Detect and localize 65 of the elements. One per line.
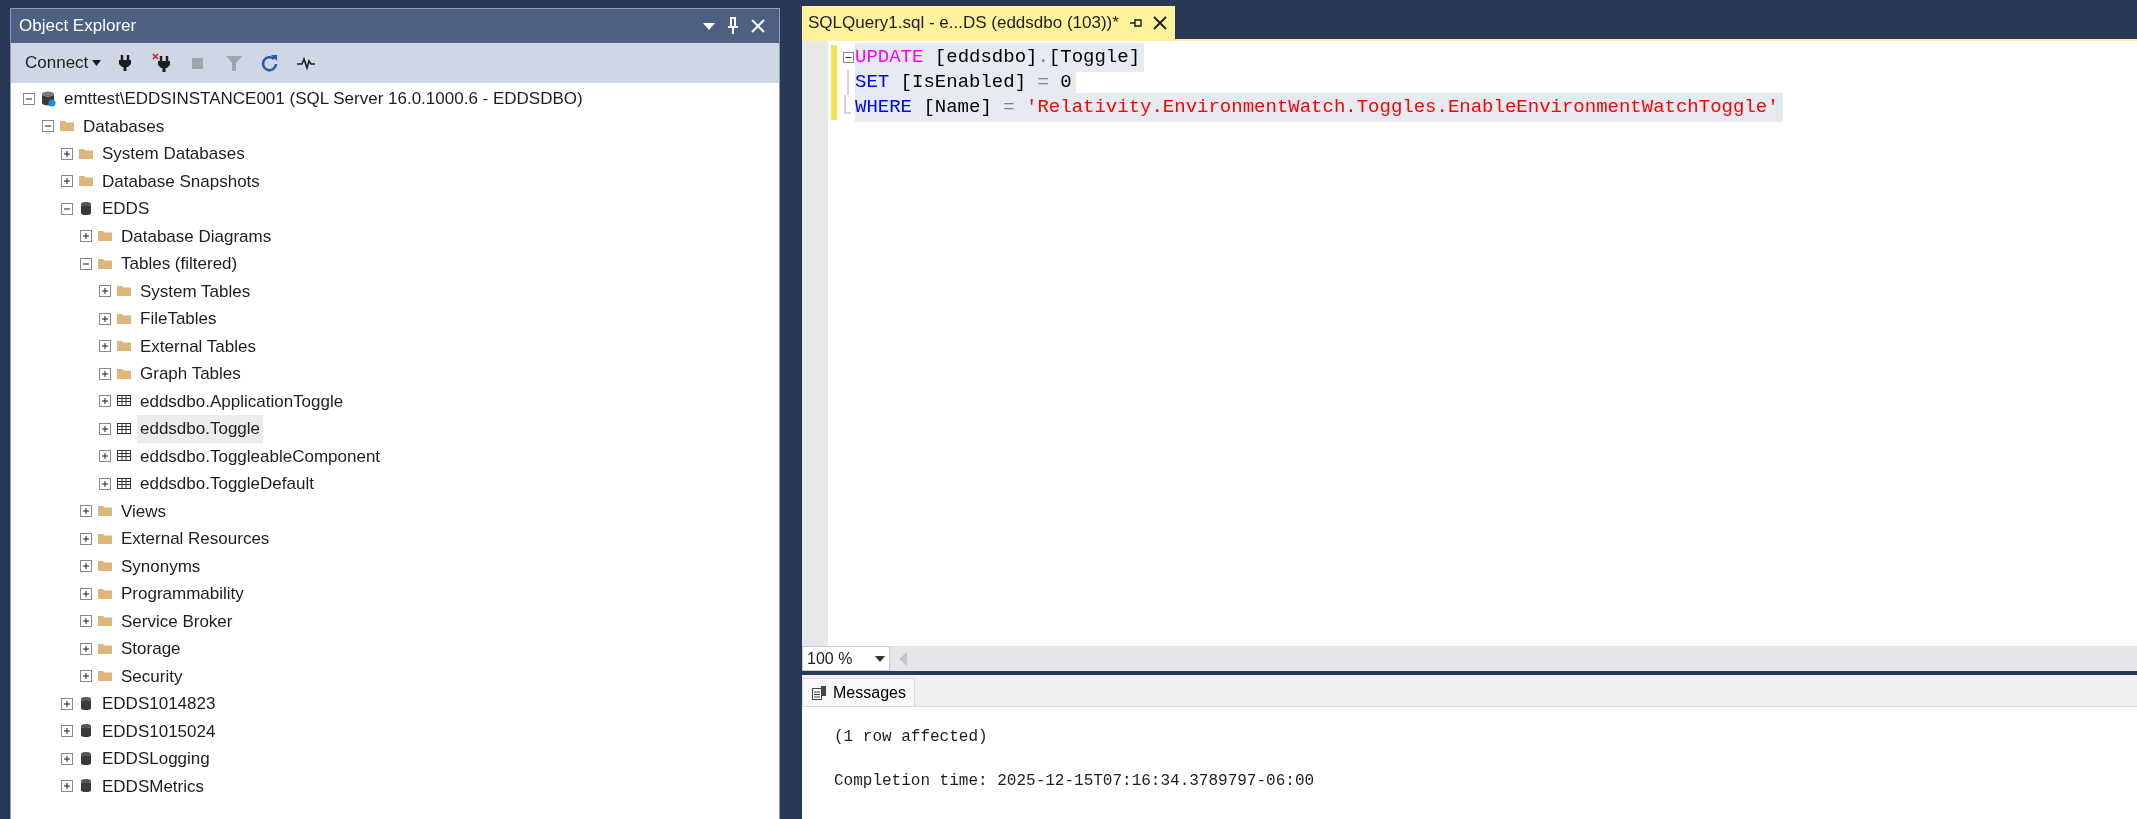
- expand-icon[interactable]: [80, 560, 92, 573]
- expand-icon[interactable]: [80, 532, 92, 545]
- expand-icon[interactable]: [99, 312, 111, 325]
- expand-icon[interactable]: [99, 450, 111, 463]
- tree-item[interactable]: Synonyms: [118, 552, 204, 580]
- panel-title: Object Explorer: [19, 15, 138, 38]
- expand-icon[interactable]: [61, 780, 73, 793]
- expand-icon[interactable]: [61, 697, 73, 710]
- tree-item[interactable]: Programmability: [118, 580, 247, 608]
- database-icon: [78, 199, 94, 218]
- tree-item[interactable]: System Databases: [99, 140, 248, 168]
- tree-item[interactable]: EDDSLogging: [99, 745, 213, 773]
- message-text: Completion time: 2025-12-15T07:16:34.3789797-06:00: [834, 771, 1316, 792]
- expand-icon[interactable]: [99, 340, 111, 353]
- close-icon[interactable]: [1152, 15, 1167, 30]
- expand-icon[interactable]: [61, 752, 73, 765]
- tree-item[interactable]: eddsdbo.Toggle: [137, 415, 264, 443]
- code-editor[interactable]: UPDATE [eddsdbo].[Toggle] SET [IsEnabled] = 0 WHERE [Name] = 'Relativity.EnvironmentWatch.Toggles.EnableEnvironmentWatchToggle': [802, 39, 2137, 646]
- tree-item[interactable]: eddsdbo.ToggleDefault: [137, 470, 317, 498]
- expand-icon[interactable]: [80, 615, 92, 628]
- expand-icon[interactable]: [99, 422, 111, 435]
- server-icon: [40, 89, 56, 108]
- message-text: (1 row affected): [834, 727, 989, 748]
- caret-icon[interactable]: [92, 60, 102, 66]
- expand-icon[interactable]: [80, 670, 92, 683]
- expand-icon[interactable]: [99, 395, 111, 408]
- expand-icon[interactable]: [80, 642, 92, 655]
- caret-icon[interactable]: [875, 655, 885, 662]
- tree-item[interactable]: External Resources: [118, 525, 273, 553]
- tree-item[interactable]: Database Snapshots: [99, 167, 263, 195]
- tree-item[interactable]: EDDS: [99, 195, 153, 223]
- zoom-dropdown[interactable]: 100 %: [802, 646, 890, 671]
- tree-item[interactable]: Storage: [118, 635, 184, 663]
- tree-item[interactable]: EDDS1015024: [99, 717, 219, 745]
- connect-button[interactable]: Connect: [21, 50, 106, 76]
- tree-item[interactable]: Graph Tables: [137, 360, 244, 388]
- messages-tab[interactable]: Messages: [802, 678, 915, 706]
- expand-icon[interactable]: [61, 175, 73, 188]
- expand-icon[interactable]: [80, 505, 92, 518]
- tree-item[interactable]: EDDS1014823: [99, 690, 219, 718]
- tree-item[interactable]: FileTables: [137, 305, 220, 333]
- database-icon: [78, 749, 94, 768]
- collapse-icon[interactable]: [842, 52, 854, 63]
- database-icon: [78, 694, 94, 713]
- tree-item[interactable]: EDDSMetrics: [99, 772, 207, 800]
- tree-item[interactable]: Database Diagrams: [118, 222, 275, 250]
- tree-item[interactable]: Service Broker: [118, 607, 236, 635]
- expand-icon[interactable]: [99, 367, 111, 380]
- tree-item[interactable]: Security: [118, 662, 186, 690]
- expand-icon[interactable]: [61, 147, 73, 160]
- tree-item[interactable]: External Tables: [137, 332, 259, 360]
- tree-item[interactable]: emttest\EDDSINSTANCE001 (SQL Server 16.0.1000.6 - EDDSDBO): [61, 85, 586, 113]
- expand-icon[interactable]: [99, 477, 111, 490]
- tree-item[interactable]: eddsdbo.ApplicationToggle: [137, 387, 347, 415]
- tree-item[interactable]: Tables (filtered): [118, 250, 241, 278]
- expand-icon[interactable]: [61, 725, 73, 738]
- tree-item[interactable]: Databases: [80, 112, 168, 140]
- tree-item[interactable]: Views: [118, 497, 170, 525]
- expand-icon[interactable]: [80, 587, 92, 600]
- tree-item[interactable]: System Tables: [137, 277, 254, 305]
- expand-icon[interactable]: [80, 230, 92, 243]
- query-tab[interactable]: SQLQuery1.sql - e...DS (eddsdbo (103))*: [802, 6, 1175, 39]
- tree-item[interactable]: eddsdbo.ToggleableComponent: [137, 442, 384, 470]
- messages-icon: [811, 684, 827, 701]
- expand-icon[interactable]: [99, 285, 111, 298]
